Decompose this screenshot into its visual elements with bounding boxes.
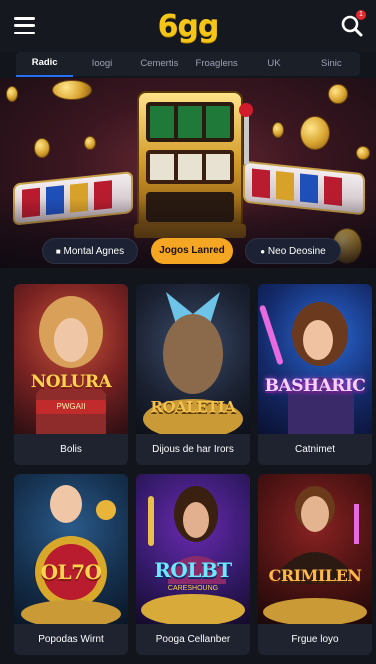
game-thumbnail: BASHARIC [258,284,372,434]
game-card[interactable]: NOLURA PWGAII Bolis [14,284,128,465]
pill-montal-agnes[interactable]: ■ Montal Agnes [42,238,138,264]
pill-label: Neo Deosine [267,246,326,257]
coin-icon [328,84,348,104]
search-icon[interactable]: 1 [340,10,366,38]
game-card[interactable]: CRIMILEN Frgue loyo [258,474,372,655]
brand-logo[interactable]: 6gg [158,9,220,44]
game-card[interactable]: OL7O Popodas Wirnt [14,474,128,655]
casino-app: 6gg 1 Radic Ioogi Cemertis Froaglens UK … [0,0,376,664]
game-subtitle: PWGAII [36,400,106,414]
coin-icon [356,146,370,160]
game-caption: Pooga Cellanber [136,624,250,655]
game-caption: Frgue loyo [258,624,372,655]
game-title: ROLBT [154,558,232,582]
game-card[interactable]: ROALETIA Dijous de har Irors [136,284,250,465]
coin-icon [84,136,96,150]
tab-froaglens[interactable]: Froaglens [188,52,245,76]
coin-icon [52,80,92,100]
tab-uk[interactable]: UK [245,52,302,76]
category-tabs: Radic Ioogi Cemertis Froaglens UK Sinic [16,51,360,77]
tab-cemertis[interactable]: Cemertis [131,52,188,76]
coin-icon [300,116,330,150]
pill-label: Montal Agnes [63,246,125,257]
game-thumbnail: CRIMILEN [258,474,372,624]
coin-icon [272,122,284,138]
game-title: OL7O [40,560,102,584]
tab-sinic[interactable]: Sinic [303,52,360,76]
game-card[interactable]: BASHARIC Catnimet [258,284,372,465]
bullet-icon: ■ [55,247,61,256]
coin-icon [34,138,50,158]
game-title: NOLURA [30,372,112,392]
game-caption: Bolis [14,434,128,465]
pill-neo-deosine[interactable]: ● Neo Deosine [245,238,341,264]
notification-badge: 1 [356,10,366,20]
bullet-icon: ● [260,247,266,256]
game-caption: Popodas Wirnt [14,624,128,655]
game-title: CRIMILEN [268,566,362,585]
game-subtitle: CARESHOUNG [167,585,219,592]
coin-icon [6,86,18,102]
menu-icon[interactable] [14,17,35,34]
game-thumbnail: NOLURA PWGAII [14,284,128,434]
tab-ioogi[interactable]: Ioogi [73,52,130,76]
game-caption: Catnimet [258,434,372,465]
game-caption: Dijous de har Irors [136,434,250,465]
pill-jogos-lanred[interactable]: Jogos Lanred [151,238,233,264]
game-card[interactable]: ROLBT CARESHOUNG Pooga Cellanber [136,474,250,655]
game-thumbnail: ROALETIA [136,284,250,434]
game-thumbnail: OL7O [14,474,128,624]
game-thumbnail: ROLBT CARESHOUNG [136,474,250,624]
top-header: 6gg 1 [0,0,376,52]
game-title: BASHARIC [264,376,366,396]
banner-pills: ■ Montal Agnes Jogos Lanred ● Neo Deosin… [0,238,376,266]
game-title: ROALETIA [150,398,236,416]
tab-radic[interactable]: Radic [16,51,74,77]
